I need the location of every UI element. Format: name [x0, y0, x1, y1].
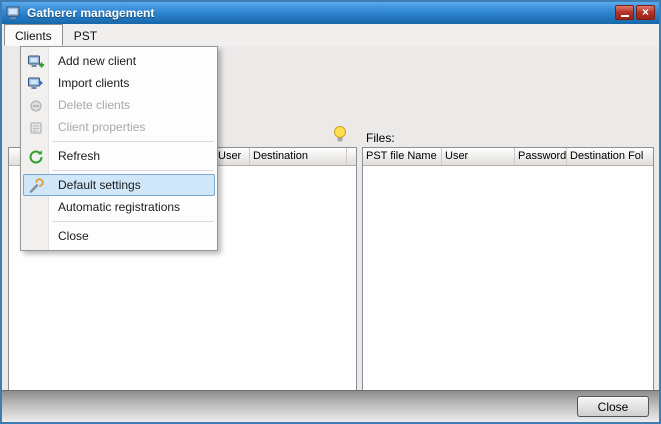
- column-header-password[interactable]: Password: [515, 148, 567, 165]
- delete-clients-icon: [28, 98, 44, 114]
- refresh-icon: [28, 149, 44, 165]
- column-header-user[interactable]: User: [442, 148, 515, 165]
- wrench-icon: [28, 178, 44, 194]
- menu-item-label: Import clients: [58, 76, 129, 90]
- menu-item-label: Refresh: [58, 149, 100, 163]
- close-button[interactable]: Close: [577, 396, 649, 417]
- menu-item-label: Delete clients: [58, 98, 130, 112]
- files-list-body[interactable]: [363, 166, 653, 411]
- column-header-user[interactable]: User: [215, 148, 250, 165]
- menubar: Clients PST: [2, 24, 659, 46]
- menu-item-label: Close: [58, 229, 89, 243]
- client-properties-icon: [28, 120, 44, 136]
- menu-item-delete-clients: Delete clients: [23, 94, 215, 116]
- minimize-icon: [621, 15, 629, 17]
- menu-item-label: Automatic registrations: [58, 200, 180, 214]
- column-header-filler: [347, 148, 356, 165]
- menu-item-refresh[interactable]: Refresh: [23, 145, 215, 167]
- menu-item-label: Default settings: [58, 178, 141, 192]
- clients-menu: Add new client Import clients Delete cli…: [20, 46, 218, 251]
- menu-item-close[interactable]: Close: [23, 225, 215, 247]
- add-client-icon: [28, 54, 44, 70]
- column-header-destination-folder[interactable]: Destination Fol: [567, 148, 653, 165]
- menu-separator: [52, 221, 214, 222]
- menubar-item-clients[interactable]: Clients: [4, 24, 63, 46]
- footer-bar: Close: [2, 390, 659, 422]
- lightbulb-icon: [332, 125, 348, 144]
- column-header-pst-file-name[interactable]: PST file Name: [363, 148, 442, 165]
- menu-item-automatic-registrations[interactable]: Automatic registrations: [23, 196, 215, 218]
- files-list-header: PST file Name User Password Destination …: [363, 148, 653, 166]
- menubar-item-pst[interactable]: PST: [63, 24, 108, 46]
- app-icon: [6, 5, 22, 21]
- minimize-button[interactable]: [615, 5, 634, 20]
- close-icon: ×: [642, 6, 649, 19]
- titlebar: Gatherer management ×: [2, 2, 659, 24]
- import-clients-icon: [28, 76, 44, 92]
- files-label: Files:: [366, 131, 395, 145]
- window-title: Gatherer management: [27, 6, 154, 20]
- caption-buttons: ×: [615, 5, 655, 20]
- menu-separator: [52, 141, 214, 142]
- menu-item-add-new-client[interactable]: Add new client: [23, 50, 215, 72]
- files-list-panel: PST file Name User Password Destination …: [362, 147, 654, 424]
- gatherer-management-window: Gatherer management × Clients PST Files:…: [0, 0, 661, 424]
- menu-item-label: Add new client: [58, 54, 136, 68]
- menu-item-default-settings[interactable]: Default settings: [23, 174, 215, 196]
- column-header-destination[interactable]: Destination: [250, 148, 347, 165]
- menu-separator: [52, 170, 214, 171]
- menu-item-label: Client properties: [58, 120, 145, 134]
- close-window-button[interactable]: ×: [636, 5, 655, 20]
- menu-item-import-clients[interactable]: Import clients: [23, 72, 215, 94]
- menu-item-client-properties: Client properties: [23, 116, 215, 138]
